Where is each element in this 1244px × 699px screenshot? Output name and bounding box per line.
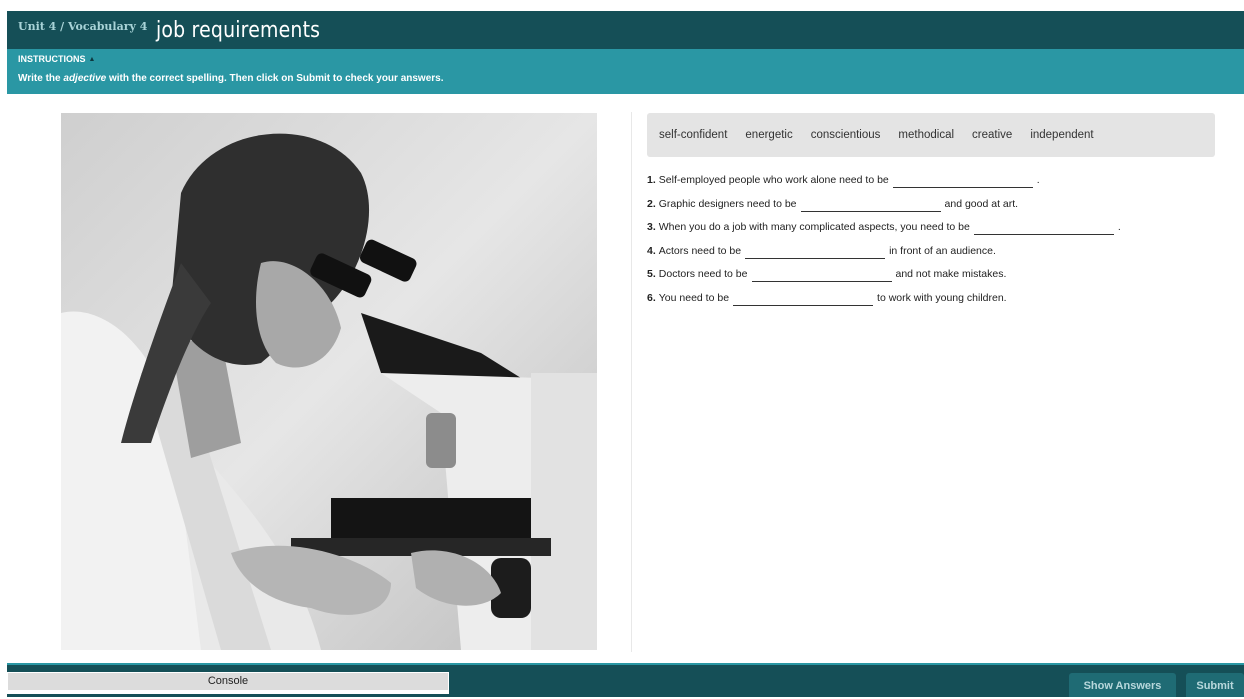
scientist-microscope-photo [61,113,597,650]
word-bank-item[interactable]: energetic [745,129,792,141]
question-5: 5. Doctors need to be and not make mista… [647,267,1007,282]
question-3: 3. When you do a job with many complicat… [647,220,1121,235]
answer-blank-1[interactable] [892,173,1033,188]
question-list: 1. Self-employed people who work alone n… [647,174,1121,315]
footer-accent-line [7,663,1244,665]
question-6: 6. You need to be to work with young chi… [647,291,1007,306]
photo-illustration [61,113,597,650]
word-bank: self-confident energetic conscientious m… [647,113,1215,157]
answer-blank-4[interactable] [745,244,886,259]
instructions-emphasis: adjective [63,73,107,84]
footer-bar: Console Show Answers Submit [7,663,1244,697]
question-1: 1. Self-employed people who work alone n… [647,173,1040,188]
word-bank-item[interactable]: conscientious [811,129,881,141]
answer-blank-6[interactable] [733,291,874,306]
question-2: 2. Graphic designers need to be and good… [647,197,1019,212]
breadcrumb[interactable]: Unit 4 / Vocabulary 4 [18,20,147,33]
answer-blank-2[interactable] [800,197,941,212]
show-answers-button[interactable]: Show Answers [1069,673,1176,697]
instructions-panel: INSTRUCTIONS ▲ Write the adjective with … [7,49,1244,94]
word-bank-item[interactable]: creative [972,129,1012,141]
answer-blank-3[interactable] [973,220,1114,235]
word-bank-item[interactable]: independent [1030,129,1093,141]
caret-up-icon: ▲ [88,55,96,63]
word-bank-item[interactable]: methodical [898,129,954,141]
instructions-toggle[interactable]: INSTRUCTIONS ▲ [18,54,95,64]
instructions-text: Write the adjective with the correct spe… [18,73,444,84]
console-button[interactable]: Console [7,672,449,694]
console-label: Console [207,675,249,687]
word-bank-item[interactable]: self-confident [659,129,727,141]
submit-button[interactable]: Submit [1186,673,1244,697]
console-underline [8,690,448,693]
instructions-label: INSTRUCTIONS [18,54,86,64]
answer-blank-5[interactable] [751,267,892,282]
question-4: 4. Actors need to be in front of an audi… [647,244,996,259]
page-header: Unit 4 / Vocabulary 4 job requirements [7,11,1244,49]
page-title: job requirements [156,17,321,43]
column-divider [631,112,632,652]
